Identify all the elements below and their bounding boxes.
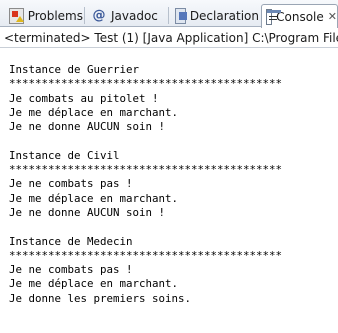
- console-line: ****************************************…: [9, 248, 283, 262]
- console-line: Je ne combats pas !: [9, 177, 133, 191]
- console-line: Instance de Civil: [9, 148, 120, 162]
- console-output[interactable]: Instance de Guerrier *******************…: [0, 49, 338, 333]
- console-icon: [266, 8, 282, 25]
- console-line: Je combats au pitolet !: [9, 91, 159, 105]
- tab-divider: [84, 7, 85, 24]
- console-line: ****************************************…: [9, 77, 283, 91]
- tab-declaration-label: Declaration: [189, 9, 259, 23]
- declaration-icon: [175, 8, 187, 24]
- console-process-status: <terminated> Test (1) [Java Application]…: [0, 28, 338, 48]
- tab-divider: [168, 7, 169, 24]
- view-tab-bar: Problems @ Javadoc Declaration Console ✕: [0, 0, 338, 28]
- console-line: Je me déplace en marchant.: [9, 191, 179, 205]
- tab-console[interactable]: Console ✕: [261, 4, 338, 28]
- javadoc-icon: @: [92, 8, 106, 23]
- tab-problems[interactable]: Problems: [4, 4, 84, 27]
- console-line: Je ne donne AUCUN soin !: [9, 120, 166, 134]
- console-line: Instance de Guerrier: [9, 63, 140, 76]
- problems-icon: [9, 8, 24, 24]
- console-line: Je ne donne AUCUN soin !: [9, 205, 166, 219]
- close-icon[interactable]: ✕: [328, 10, 337, 23]
- console-line: Instance de Medecin: [9, 234, 133, 248]
- console-line: Je me déplace en marchant.: [9, 105, 179, 119]
- console-line: Je donne les premiers soins.: [9, 291, 192, 305]
- console-line: Je ne combats pas !: [9, 263, 133, 277]
- tab-console-label: Console: [276, 9, 324, 24]
- console-line: Je me déplace en marchant.: [9, 277, 179, 291]
- console-line: ****************************************…: [9, 163, 283, 177]
- tab-javadoc-label: Javadoc: [111, 9, 158, 23]
- tab-declaration[interactable]: Declaration: [170, 4, 260, 27]
- tab-problems-label: Problems: [27, 9, 83, 23]
- tab-javadoc[interactable]: @ Javadoc: [86, 4, 166, 27]
